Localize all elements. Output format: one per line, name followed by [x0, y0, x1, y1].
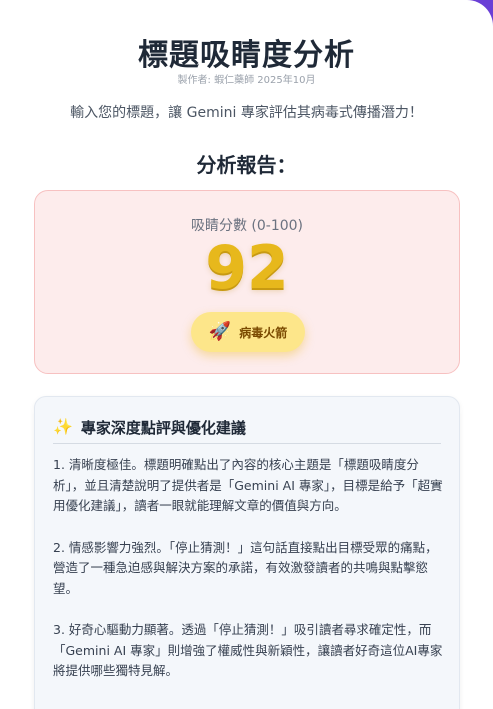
intro-text: 輸入您的標題，讓 Gemini 專家評估其病毒式傳播潛力！ — [70, 105, 423, 121]
viral-badge: 🚀 病毒火箭 — [191, 312, 305, 352]
review-body: 1. 清晰度極佳。標題明確點出了內容的核心主題是「標題吸睛度分析」，並且清楚說明… — [53, 455, 443, 703]
sparkle-icon: ✨ — [53, 417, 73, 436]
review-item-1: 1. 清晰度極佳。標題明確點出了內容的核心主題是「標題吸睛度分析」，並且清楚說明… — [53, 457, 443, 513]
byline: 製作者: 蝦仁藥師 2025年10月 — [177, 75, 316, 86]
badge-label: 病毒火箭 — [239, 325, 288, 340]
report-heading: 分析報告： — [196, 153, 297, 177]
review-title: 專家深度點評與優化建議 — [80, 418, 246, 437]
review-panel: ✨ 專家深度點評與優化建議 1. 清晰度極佳。標題明確點出了內容的核心主題是「標… — [34, 396, 460, 709]
review-item-3: 3. 好奇心驅動力顯著。透過「停止猜測！」吸引讀者尋求確定性，而「Gemini … — [53, 622, 443, 678]
score-value: 92 — [205, 233, 289, 303]
review-item-2: 2. 情感影響力強烈。「停止猜測！」這句話直接點出目標受眾的痛點，營造了一種急迫… — [53, 539, 438, 596]
review-header: ✨ 專家深度點評與優化建議 — [53, 411, 441, 444]
score-panel: 吸睛分數 (0-100) 92 🚀 病毒火箭 — [34, 190, 460, 374]
page-title: 標題吸睛度分析 — [138, 38, 355, 73]
analysis-card: 標題吸睛度分析 製作者: 蝦仁藥師 2025年10月 輸入您的標題，讓 Gemi… — [0, 0, 493, 709]
rocket-icon: 🚀 — [208, 321, 232, 342]
score-label: 吸睛分數 (0-100) — [190, 218, 304, 234]
